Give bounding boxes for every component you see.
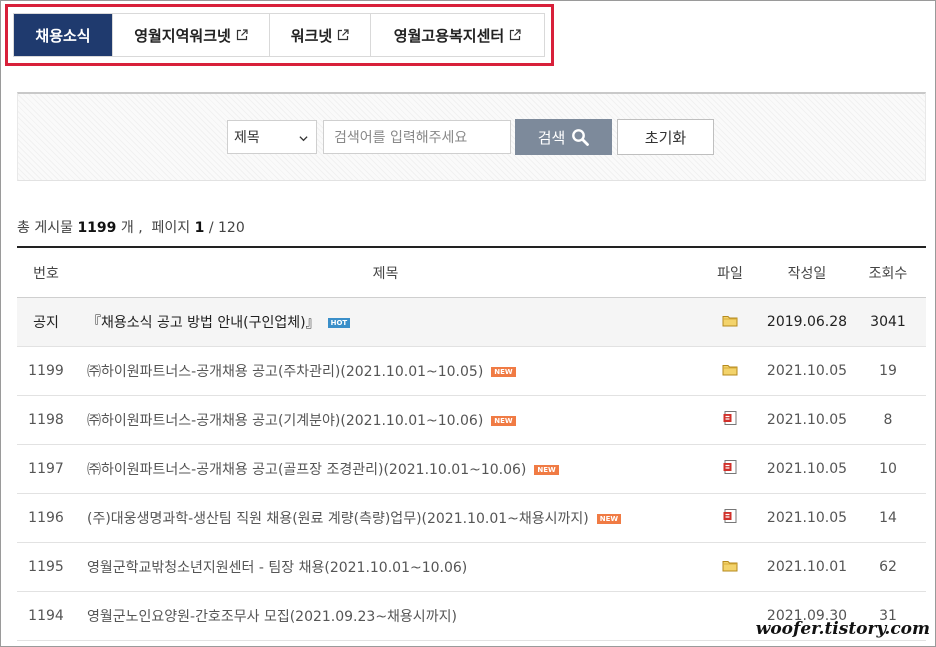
new-badge: NEW [534,465,559,475]
column-header-no: 번호 [33,265,59,282]
select-value: 제목 [234,130,260,146]
new-badge: NEW [596,514,622,524]
table-body: 공지 『채용소식 공고 방법 안내(구인업체)』 HOT 2019.06.28 3041… [17,298,926,641]
row-file [696,459,764,479]
folder-icon[interactable] [722,314,738,331]
row-date: 2021.10.05 [766,461,848,477]
table-row: 1195 영월군학교밖청소년지원센터 - 팀장 채용(2021.10.01~10.… [17,543,926,592]
row-date: 2021.10.05 [766,363,848,379]
row-file [696,508,764,528]
row-file [696,559,764,576]
table-row: 1198 ㈜하이원파트너스-공개채용 공고(기계분야)(2021.10.01~10… [17,396,926,445]
folder-icon[interactable] [722,363,738,380]
post-count: 총 게시물 1199 개 , 페이지 1 / 120 [17,217,245,237]
row-title-link[interactable]: 영월군학교밖청소년지원센터 - 팀장 채용(2021.10.01~10.06) [87,560,467,576]
tab-bar: 채용소식 영월지역워크넷 워크넷 영월고용복지센터 [13,13,545,57]
document-icon[interactable] [722,410,738,430]
row-title-cell: ㈜하이원파트너스-공개채용 공고(기계분야)(2021.10.01~10.06)… [75,410,696,430]
row-views: 19 [879,363,897,379]
count-total: 1199 [77,220,117,236]
row-title-cell: 『채용소식 공고 방법 안내(구인업체)』 HOT [75,312,696,332]
new-badge: NEW [491,367,516,377]
row-title-link[interactable]: 『채용소식 공고 방법 안내(구인업체)』 [87,315,320,331]
tab-label: 영월지역워크넷 [134,26,231,45]
new-badge: NEW [491,416,516,426]
row-title-cell: 영월군학교밖청소년지원센터 - 팀장 채용(2021.10.01~10.06) [75,557,696,577]
tab-employment-welfare-center[interactable]: 영월고용복지센터 [371,14,544,56]
watermark: woofer.tistory.com [755,619,930,639]
page-label: 페이지 [151,220,191,236]
folder-icon[interactable] [722,559,738,576]
row-views: 62 [879,559,897,575]
tab-jobs-news[interactable]: 채용소식 [14,14,113,56]
search-button-label: 검색 [537,128,566,147]
row-date: 2019.06.28 [766,314,848,330]
search-placeholder: 검색어를 입력해주세요 [334,130,468,146]
row-title-link[interactable]: 영월군노인요양원-간호조무사 모집(2021.09.23~채용시까지) [87,609,457,625]
chevron-down-icon [299,136,308,142]
row-title-cell: 영월군노인요양원-간호조무사 모집(2021.09.23~채용시까지) [75,606,696,626]
search-icon [572,129,590,146]
row-views: 8 [883,412,893,428]
row-number: 1196 [28,510,64,526]
current-page: 1 [194,220,205,236]
tab-label: 워크넷 [290,26,333,45]
search-input[interactable]: 검색어를 입력해주세요 [323,120,511,154]
column-header-file: 파일 [717,265,743,282]
column-header-title: 제목 [372,265,399,282]
column-header-views: 조회수 [868,265,908,282]
row-views: 10 [879,461,897,477]
reset-button-label: 초기화 [644,128,687,147]
table-header: 번호 제목 파일 작성일 조회수 [17,248,926,298]
row-date: 2021.10.05 [766,412,848,428]
board-table: 번호 제목 파일 작성일 조회수 공지 『채용소식 공고 방법 안내(구인업체)』… [17,246,926,641]
column-header-date: 작성일 [787,265,827,282]
row-title-cell: (주)대웅생명과학-생산팀 직원 채용(원료 계량(측량)업무)(2021.10… [75,508,696,528]
row-number: 1194 [28,608,64,624]
row-number: 1198 [28,412,64,428]
row-views: 3041 [870,314,906,330]
tab-yeongwol-worknet[interactable]: 영월지역워크넷 [113,14,270,56]
row-file [696,314,764,331]
external-link-icon [338,29,349,41]
reset-button[interactable]: 초기화 [617,119,714,155]
table-row: 1196 (주)대웅생명과학-생산팀 직원 채용(원료 계량(측량)업무)(202… [17,494,926,543]
row-title-link[interactable]: ㈜하이원파트너스-공개채용 공고(골프장 조경관리)(2021.10.01~10… [87,462,526,478]
table-row: 1199 ㈜하이원파트너스-공개채용 공고(주차관리)(2021.10.01~10… [17,347,926,396]
tab-worknet[interactable]: 워크넷 [270,14,371,56]
row-file [696,410,764,430]
row-views: 14 [879,510,897,526]
search-field-select[interactable]: 제목 [227,120,317,154]
table-row: 1197 ㈜하이원파트너스-공개채용 공고(골프장 조경관리)(2021.10.0… [17,445,926,494]
table-row: 공지 『채용소식 공고 방법 안내(구인업체)』 HOT 2019.06.28 3041 [17,298,926,347]
count-unit: 개 , [120,220,143,236]
row-title-cell: ㈜하이원파트너스-공개채용 공고(주차관리)(2021.10.01~10.05)… [75,361,696,381]
row-file [696,363,764,380]
row-number: 1199 [28,363,64,379]
row-title-link[interactable]: ㈜하이원파트너스-공개채용 공고(기계분야)(2021.10.01~10.06) [87,413,483,429]
row-date: 2021.10.05 [766,510,848,526]
external-link-icon [236,29,248,41]
document-icon[interactable] [722,459,738,479]
row-title-link[interactable]: (주)대웅생명과학-생산팀 직원 채용(원료 계량(측량)업무)(2021.10… [87,511,589,527]
row-title-cell: ㈜하이원파트너스-공개채용 공고(골프장 조경관리)(2021.10.01~10… [75,459,696,479]
row-date: 2021.10.01 [766,559,848,575]
tab-label: 채용소식 [35,26,91,45]
hot-badge: HOT [327,318,351,328]
row-number: 1195 [28,559,64,575]
total-pages: / 120 [208,220,245,236]
search-button[interactable]: 검색 [515,119,612,155]
row-number: 1197 [28,461,64,477]
row-title-link[interactable]: ㈜하이원파트너스-공개채용 공고(주차관리)(2021.10.01~10.05) [87,364,483,380]
tab-label: 영월고용복지센터 [393,26,505,45]
count-prefix: 총 게시물 [17,220,73,236]
row-number: 공지 [33,315,59,331]
external-link-icon [510,29,521,41]
document-icon[interactable] [722,508,738,528]
